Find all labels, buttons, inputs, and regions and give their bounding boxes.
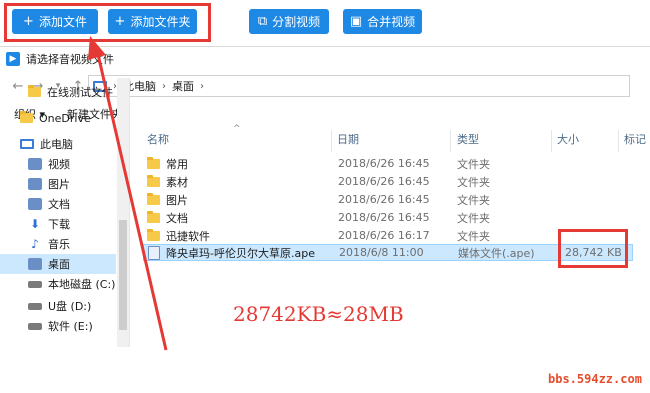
watermark: bbs.594zz.com: [548, 372, 642, 386]
size-annotation: 28742KB≈28MB: [233, 302, 404, 326]
annotation-arrow: [88, 36, 168, 351]
